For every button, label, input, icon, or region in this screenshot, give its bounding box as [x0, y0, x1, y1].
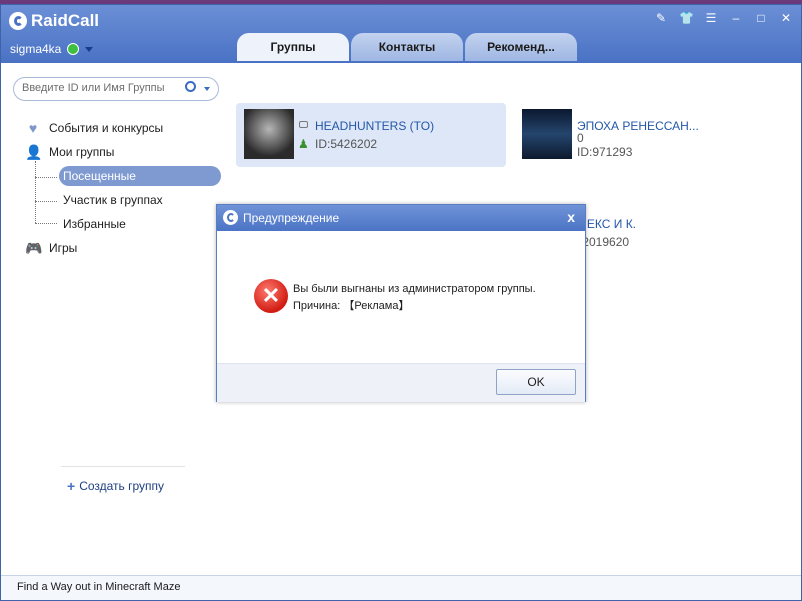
- maximize-icon[interactable]: □: [754, 11, 768, 25]
- group-card-epoha[interactable]: ЭПОХА РЕНЕССАН... 0 ID:971293: [514, 103, 784, 167]
- nav-member-groups[interactable]: Участик в группах: [63, 190, 163, 210]
- group-name[interactable]: ЭПОХА РЕНЕССАН...: [577, 119, 699, 133]
- app-logo: RaidCall: [9, 11, 99, 31]
- skin-shirt-icon[interactable]: 👕: [679, 11, 694, 25]
- title-bar: RaidCall sigma4ka ✎ 👕 ☰ – □ ✕ Группы Кон…: [1, 5, 801, 63]
- group-id: ID:5426202: [315, 137, 378, 151]
- dialog-message: Вы были выгнаны из администратором групп…: [293, 283, 536, 295]
- group-id: :2019620: [579, 235, 630, 249]
- nav-games-label: Игры: [49, 241, 78, 255]
- close-icon[interactable]: ✕: [779, 11, 793, 25]
- edit-icon[interactable]: ✎: [654, 11, 668, 25]
- tab-groups[interactable]: Группы: [237, 33, 349, 61]
- tree-line: [35, 161, 36, 223]
- status-bar: Find a Way out in Minecraft Maze: [1, 575, 801, 600]
- group-avatar: [244, 109, 294, 159]
- tree-branch: [35, 223, 57, 224]
- status-dropdown-icon[interactable]: [85, 46, 94, 52]
- create-group-label: Создать группу: [79, 479, 165, 493]
- search-icon[interactable]: [185, 81, 196, 92]
- nav-my-groups[interactable]: 👤 Мои группы: [25, 145, 114, 159]
- warning-dialog: Предупреждение x ✕ Вы были выгнаны из ад…: [216, 204, 586, 402]
- heart-icon: ♥: [28, 120, 38, 136]
- search-placeholder: Введите ID или Имя Группы: [22, 82, 165, 94]
- raidcall-logo-icon: [9, 12, 27, 30]
- raidcall-logo-icon: [223, 210, 238, 225]
- plus-icon: +: [67, 478, 76, 494]
- user-icon: 👤: [25, 144, 43, 160]
- search-dropdown-icon[interactable]: [204, 87, 210, 91]
- group-search-input[interactable]: Введите ID или Имя Группы: [13, 77, 219, 101]
- username: sigma4ka: [10, 42, 62, 56]
- ok-button[interactable]: OK: [496, 369, 576, 395]
- dialog-reason: Причина: 【Реклама】: [293, 300, 410, 312]
- tree-branch: [35, 177, 57, 178]
- minimize-icon[interactable]: –: [729, 11, 743, 25]
- group-avatar: [522, 109, 572, 159]
- status-text[interactable]: Find a Way out in Minecraft Maze: [17, 581, 180, 593]
- group-name[interactable]: HEADHUNTERS (TO): [315, 119, 434, 133]
- error-icon: ✕: [254, 279, 288, 313]
- dialog-close-button[interactable]: x: [567, 209, 575, 225]
- group-member-count: 0: [577, 131, 584, 145]
- divider: [61, 466, 185, 467]
- tree-branch: [35, 201, 57, 202]
- online-status-icon[interactable]: [67, 43, 80, 55]
- main-tabs: Группы Контакты Рекоменд...: [237, 33, 577, 61]
- dialog-title: Предупреждение: [243, 211, 340, 225]
- group-name[interactable]: ЛЕКС И К.: [579, 217, 636, 231]
- group-card-headhunters[interactable]: ♟ HEADHUNTERS (TO) ID:5426202: [236, 103, 506, 167]
- gamepad-icon: 🎮: [25, 240, 43, 256]
- tab-contacts[interactable]: Контакты: [351, 33, 463, 61]
- nav-my-groups-label: Мои группы: [49, 145, 115, 159]
- nav-favorites[interactable]: Избранные: [63, 214, 126, 234]
- lock-icon: [299, 121, 308, 128]
- app-title: RaidCall: [31, 11, 100, 30]
- nav-visited[interactable]: Посещенные: [59, 166, 221, 186]
- user-status[interactable]: sigma4ka: [10, 42, 94, 56]
- create-group-button[interactable]: + Создать группу: [67, 478, 164, 494]
- nav-events-label: События и конкурсы: [49, 121, 164, 135]
- title-bar-controls: ✎ 👕 ☰ – □ ✕: [654, 11, 793, 25]
- dialog-title-bar: Предупреждение x: [217, 205, 585, 231]
- nav-events[interactable]: ♥ События и конкурсы: [25, 121, 163, 135]
- member-icon: ♟: [298, 137, 309, 151]
- group-id: ID:971293: [577, 145, 633, 159]
- tab-recommended[interactable]: Рекоменд...: [465, 33, 577, 61]
- menu-settings-icon[interactable]: ☰: [704, 11, 718, 25]
- nav-games[interactable]: 🎮 Игры: [25, 241, 77, 255]
